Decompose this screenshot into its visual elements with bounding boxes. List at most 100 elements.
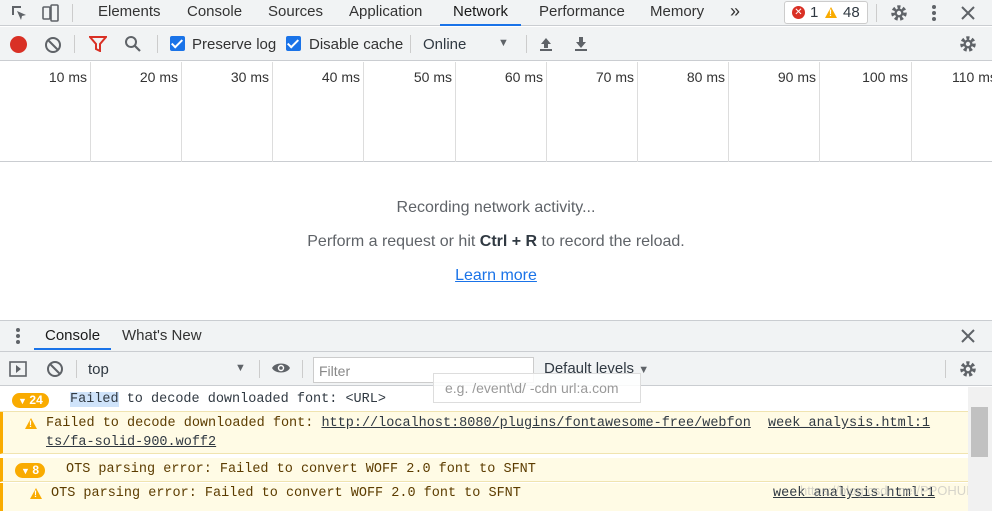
reload-shortcut: Ctrl + R — [479, 233, 538, 250]
preserve-log-checkbox[interactable] — [170, 36, 185, 51]
clear-console-button[interactable] — [46, 360, 64, 382]
live-expression-button[interactable] — [271, 361, 291, 379]
network-toolbar: Preserve log Disable cache Online ▼ — [0, 27, 992, 61]
tick-label: 90 ms — [777, 69, 816, 85]
divider — [72, 4, 73, 22]
filter-hint-tooltip: e.g. /event\d/ -cdn url:a.com — [433, 373, 641, 403]
message-prefix: Failed to decode downloaded font: — [46, 416, 322, 431]
tick-label: 60 ms — [504, 69, 543, 85]
import-har-button[interactable] — [538, 36, 554, 56]
tick-label: 40 ms — [321, 69, 360, 85]
tick-label: 50 ms — [413, 69, 452, 85]
timeline-tick: 30 ms — [182, 62, 273, 162]
message-text: OTS parsing error: Failed to convert WOF… — [51, 486, 521, 501]
tab-sources[interactable]: Sources — [268, 0, 323, 26]
console-settings-button[interactable] — [958, 359, 978, 383]
divider — [410, 35, 411, 53]
drawer-tab-bar: Console What's New — [0, 320, 992, 352]
reload-hint: Perform a request or hit Ctrl + R to rec… — [0, 233, 992, 251]
repeat-count: 24 — [29, 393, 43, 407]
tab-elements[interactable]: Elements — [98, 0, 161, 26]
learn-more-link[interactable]: Learn more — [455, 267, 537, 284]
warning-count: 48 — [843, 4, 860, 21]
timeline-tick: 100 ms — [820, 62, 912, 162]
tick-label: 20 ms — [139, 69, 178, 85]
clear-icon — [47, 361, 63, 377]
download-icon — [575, 37, 587, 51]
timeline-tick: 90 ms — [729, 62, 820, 162]
divider — [526, 35, 527, 53]
show-sidebar-button[interactable] — [9, 361, 27, 381]
warning-icon — [25, 418, 37, 429]
clear-button[interactable] — [44, 36, 62, 58]
network-overview-timeline[interactable]: 10 ms 20 ms 30 ms 40 ms 50 ms 60 ms 70 m… — [0, 62, 992, 162]
repeat-count-badge: ▼ 8 — [15, 463, 46, 478]
divider — [74, 35, 75, 53]
timeline-tick: 70 ms — [547, 62, 638, 162]
tab-memory[interactable]: Memory — [650, 0, 704, 26]
divider — [259, 360, 260, 378]
issue-counter[interactable]: ✕ 1 48 — [784, 1, 868, 24]
upload-icon — [540, 38, 552, 51]
sidebar-toggle-icon — [9, 361, 27, 377]
tick-label: 110 ms — [952, 69, 992, 85]
drawer-tab-console[interactable]: Console — [34, 324, 112, 350]
inspect-element-icon[interactable] — [8, 2, 30, 24]
tick-label: 10 ms — [48, 69, 87, 85]
more-options-icon[interactable] — [923, 2, 945, 24]
console-group-header[interactable]: ▼ 8 OTS parsing error: Failed to convert… — [0, 458, 968, 482]
timeline-tick: 40 ms — [273, 62, 364, 162]
more-tabs-button[interactable]: » — [730, 0, 740, 26]
drawer-tab-whats-new[interactable]: What's New — [122, 324, 202, 350]
settings-gear-icon — [960, 36, 976, 52]
tab-network[interactable]: Network — [440, 0, 522, 26]
warning-icon — [825, 7, 837, 18]
filter-placeholder: Filter — [319, 363, 351, 379]
close-devtools-icon[interactable] — [957, 2, 979, 24]
device-toolbar-icon[interactable] — [40, 2, 62, 24]
filter-button[interactable] — [87, 36, 109, 56]
export-har-button[interactable] — [573, 36, 589, 56]
scrollbar-thumb[interactable] — [971, 407, 988, 457]
message-text: Failed to decode downloaded font: http:/… — [46, 416, 751, 431]
divider — [157, 35, 158, 53]
record-button[interactable] — [10, 36, 27, 53]
timeline-tick: 50 ms — [364, 62, 456, 162]
timeline-tick: 10 ms — [0, 62, 91, 162]
tick-label: 70 ms — [595, 69, 634, 85]
font-url-link[interactable]: http://localhost:8080/plugins/fontawesom… — [321, 416, 750, 431]
reload-hint-suffix: to record the reload. — [537, 233, 685, 250]
repeat-count-badge: ▼ 24 — [12, 393, 49, 408]
tab-console[interactable]: Console — [187, 0, 242, 26]
recording-message: Recording network activity... — [396, 199, 596, 216]
filter-funnel-icon — [87, 36, 109, 53]
context-value: top — [88, 361, 109, 378]
chevron-down-icon: ▼ — [498, 37, 509, 49]
disable-cache-checkbox[interactable] — [286, 36, 301, 51]
divider — [76, 360, 77, 378]
tick-label: 80 ms — [686, 69, 725, 85]
tick-label: 30 ms — [230, 69, 269, 85]
font-url-link-cont[interactable]: ts/fa-solid-900.woff2 — [46, 435, 216, 450]
tab-application[interactable]: Application — [349, 0, 422, 26]
close-drawer-button[interactable] — [961, 329, 975, 347]
devtools-tab-bar: Elements Console Sources Application Net… — [0, 0, 992, 26]
throttling-value: Online — [423, 36, 467, 53]
timeline-tick: 60 ms — [456, 62, 547, 162]
preserve-log-label: Preserve log — [192, 36, 277, 53]
timeline-tick: 20 ms — [91, 62, 182, 162]
settings-gear-icon[interactable] — [888, 2, 910, 24]
source-link[interactable]: week_analysis.html:1 — [768, 416, 930, 431]
summary-highlight: Failed — [70, 392, 119, 407]
clear-icon — [45, 37, 61, 53]
tab-performance[interactable]: Performance — [539, 0, 625, 26]
context-selector[interactable]: top ▼ — [83, 357, 253, 381]
eye-icon — [272, 363, 290, 373]
summary-rest: to decode downloaded font: <URL> — [118, 392, 386, 407]
error-count: 1 — [810, 4, 819, 21]
network-settings-button[interactable] — [958, 34, 978, 58]
drawer-menu-icon[interactable] — [15, 327, 21, 349]
search-button[interactable] — [124, 35, 142, 57]
divider — [945, 360, 946, 378]
throttling-select[interactable]: Online ▼ — [418, 32, 516, 56]
